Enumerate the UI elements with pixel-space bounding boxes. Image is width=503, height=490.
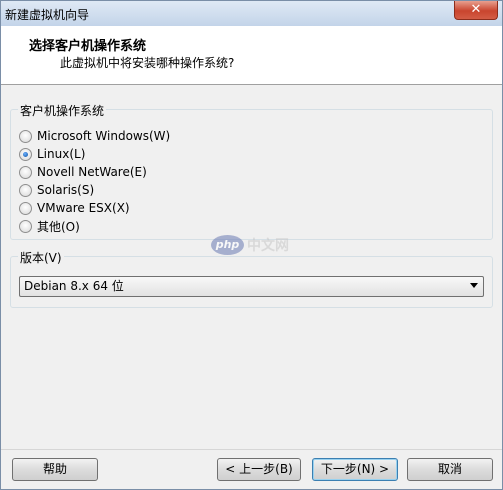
radio-label: VMware ESX(X) bbox=[37, 201, 130, 215]
radio-other[interactable]: 其他(O) bbox=[19, 217, 80, 235]
radio-label: Novell NetWare(E) bbox=[37, 165, 147, 179]
radio-novell-netware[interactable]: Novell NetWare(E) bbox=[19, 163, 147, 181]
wizard-window: 新建虚拟机向导 ✕ 选择客户机操作系统 此虚拟机中将安装哪种操作系统? 客户机操… bbox=[0, 0, 503, 490]
close-button[interactable]: ✕ bbox=[454, 1, 498, 20]
cancel-button[interactable]: 取消 bbox=[407, 458, 493, 481]
radio-button[interactable] bbox=[19, 129, 32, 143]
watermark: php 中文网 bbox=[211, 235, 289, 255]
guest-os-group-label: 客户机操作系统 bbox=[18, 102, 107, 119]
radio-solaris[interactable]: Solaris(S) bbox=[19, 181, 94, 199]
wizard-header: 选择客户机操作系统 此虚拟机中将安装哪种操作系统? bbox=[1, 26, 502, 85]
radio-button[interactable] bbox=[19, 183, 32, 197]
radio-label: 其他(O) bbox=[37, 219, 80, 234]
version-select[interactable]: Debian 8.x 64 位 bbox=[19, 276, 484, 297]
footer-divider bbox=[1, 449, 502, 450]
radio-button[interactable] bbox=[19, 219, 32, 233]
radio-button[interactable] bbox=[19, 165, 32, 179]
window-title: 新建虚拟机向导 bbox=[5, 8, 90, 22]
radio-button[interactable] bbox=[19, 201, 32, 215]
version-group-label: 版本(V) bbox=[18, 249, 64, 266]
chevron-down-icon[interactable] bbox=[470, 283, 478, 288]
version-select-value: Debian 8.x 64 位 bbox=[24, 279, 124, 293]
version-group: 版本(V) Debian 8.x 64 位 bbox=[10, 249, 493, 308]
watermark-text: 中文网 bbox=[247, 238, 289, 254]
radio-vmware-esx[interactable]: VMware ESX(X) bbox=[19, 199, 130, 217]
page-subtitle: 此虚拟机中将安装哪种操作系统? bbox=[60, 56, 235, 70]
radio-label: Linux(L) bbox=[37, 147, 86, 161]
title-bar[interactable]: 新建虚拟机向导 ✕ bbox=[1, 1, 502, 26]
next-button[interactable]: 下一步(N) > bbox=[312, 458, 398, 481]
help-button[interactable]: 帮助 bbox=[12, 458, 98, 481]
radio-label: Microsoft Windows(W) bbox=[37, 129, 171, 143]
radio-microsoft-windows[interactable]: Microsoft Windows(W) bbox=[19, 127, 170, 145]
radio-button-selected[interactable] bbox=[19, 147, 32, 161]
guest-os-group: 客户机操作系统 Microsoft Windows(W) Linux(L) No… bbox=[10, 102, 493, 240]
radio-linux[interactable]: Linux(L) bbox=[19, 145, 85, 163]
back-button[interactable]: < 上一步(B) bbox=[217, 458, 301, 481]
page-title: 选择客户机操作系统 bbox=[29, 39, 147, 54]
radio-label: Solaris(S) bbox=[37, 183, 95, 197]
php-logo-icon: php bbox=[211, 235, 244, 255]
